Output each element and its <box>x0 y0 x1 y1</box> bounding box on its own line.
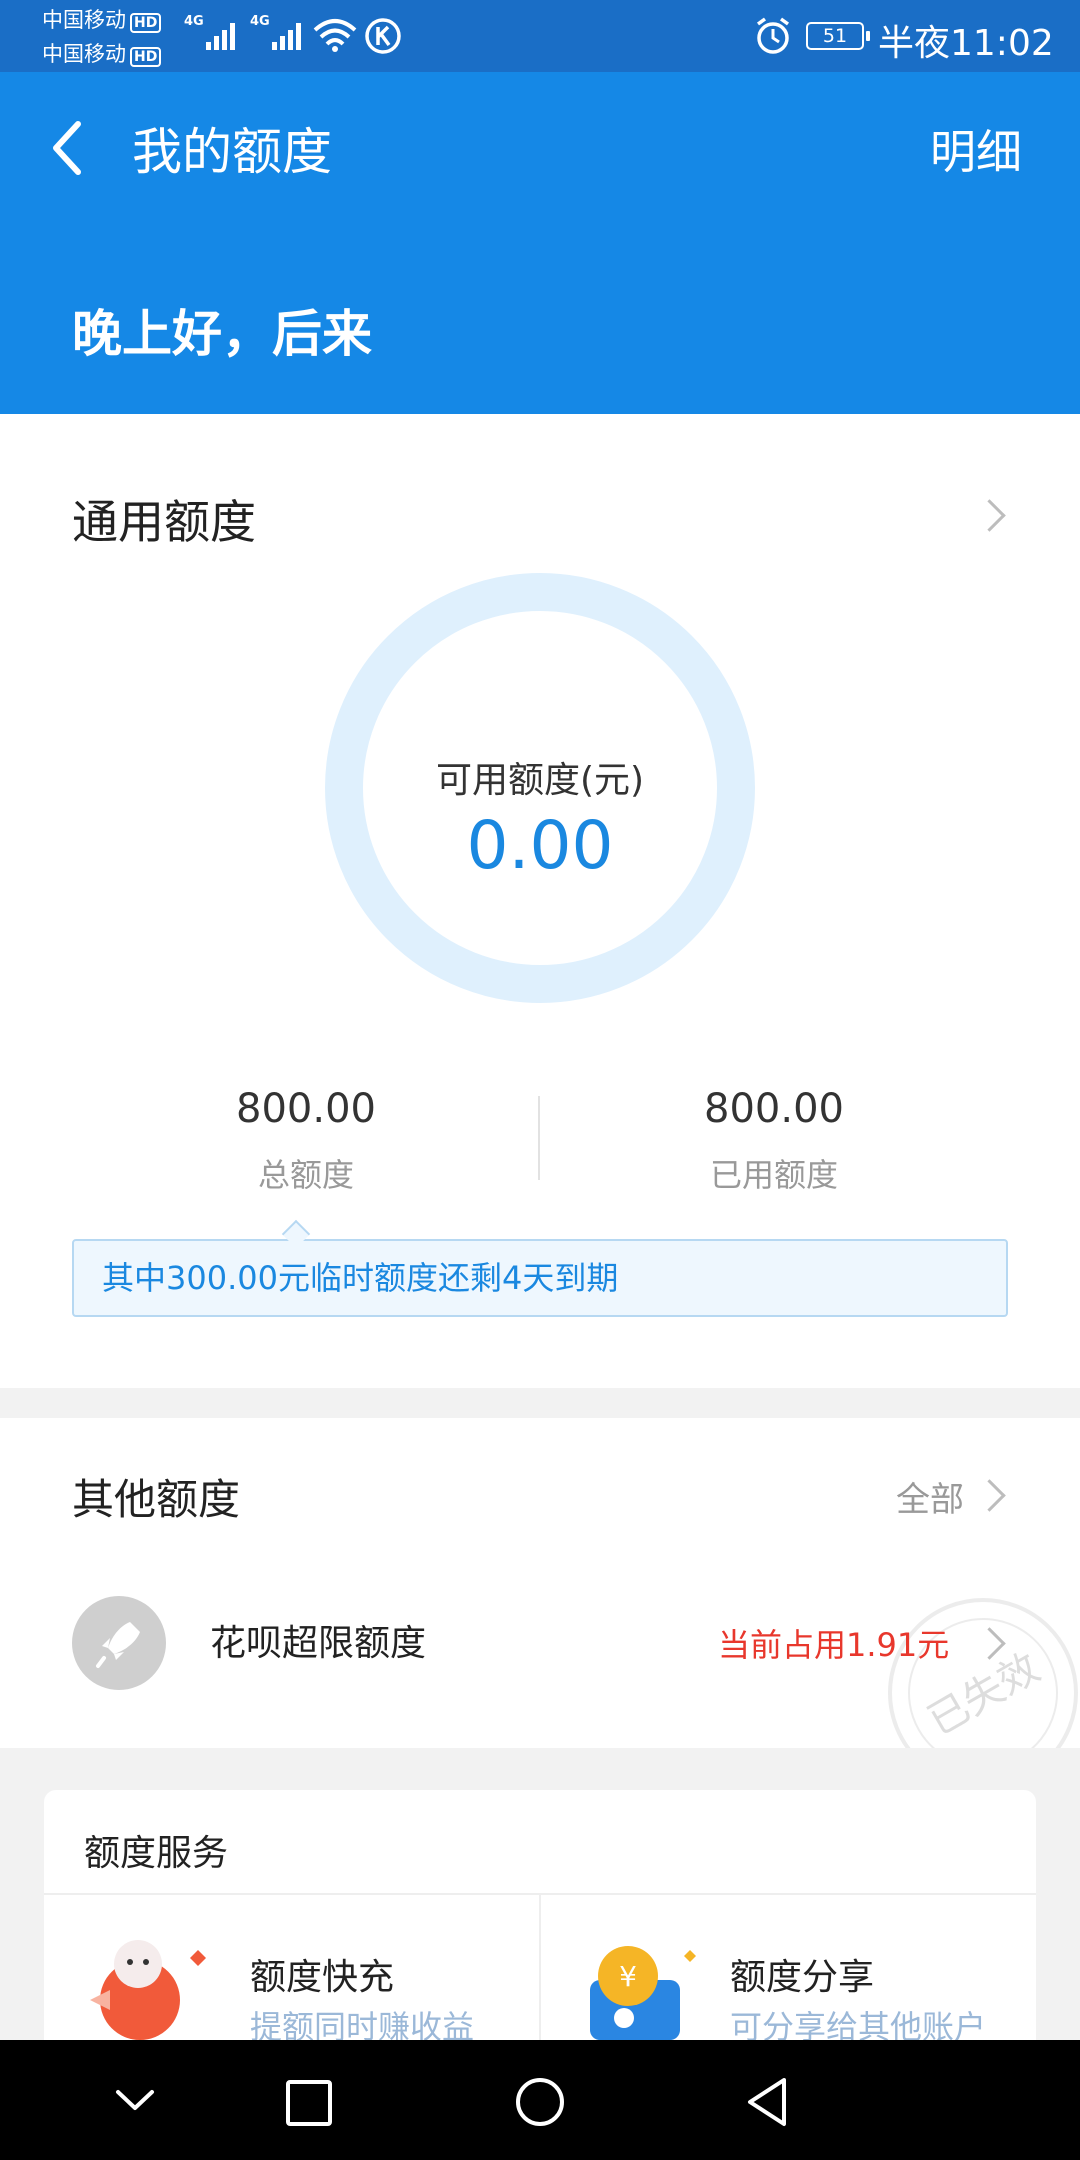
battery-icon: 51 <box>806 22 870 50</box>
svg-text:¥: ¥ <box>619 1960 637 1993</box>
available-quota-label: 可用额度(元) <box>435 760 645 801</box>
alarm-icon <box>756 17 790 54</box>
signal-icon <box>272 22 301 50</box>
k-app-icon <box>365 18 401 54</box>
overlimit-status: 当前占用1.91元 <box>718 1626 950 1664</box>
quick-charge-icon[interactable] <box>70 1930 220 2040</box>
hd-badge: HD <box>130 47 162 67</box>
greeting: 晚上好，后来 <box>72 305 372 363</box>
service-name-quick-charge[interactable]: 额度快充 <box>250 1948 394 2000</box>
huabei-overlimit-name[interactable]: 花呗超限额度 <box>210 1614 426 1666</box>
total-quota-value: 800.00 <box>236 1086 376 1132</box>
quota-share-icon[interactable]: ¥ <box>560 1940 710 2050</box>
status-bar: 中国移动 HD 中国移动 HD 4G 4G 51 半夜11:02 <box>0 0 1080 72</box>
temp-quota-notice: 其中300.00元临时额度还剩4天到期 <box>72 1239 1008 1317</box>
network-type-1: 4G <box>184 14 204 29</box>
collapse-icon[interactable] <box>110 2076 160 2126</box>
home-icon[interactable] <box>514 2076 566 2128</box>
network-type-2: 4G <box>250 14 270 29</box>
back-icon[interactable] <box>46 118 86 178</box>
services-col-divider <box>539 1895 541 2055</box>
page-title: 我的额度 <box>132 123 332 181</box>
stat-divider <box>538 1096 540 1180</box>
rocket-glyph <box>96 1622 140 1668</box>
carrier-1: 中国移动 HD <box>42 4 162 36</box>
clock: 半夜11:02 <box>878 23 1054 64</box>
detail-button[interactable]: 明细 <box>930 116 1022 182</box>
hd-badge: HD <box>130 13 162 33</box>
used-quota-label: 已用额度 <box>709 1156 838 1194</box>
wifi-icon <box>313 19 357 52</box>
other-quota-title: 其他额度 <box>72 1475 241 1524</box>
all-quota-link[interactable]: 全部 <box>896 1472 964 1521</box>
signal-icon <box>206 22 235 50</box>
quota-services-title: 额度服务 <box>84 1833 229 1874</box>
rocket-icon <box>72 1596 166 1690</box>
expired-stamp-text: 已失效 <box>880 1590 1080 1748</box>
used-quota-value: 800.00 <box>704 1086 844 1132</box>
available-quota-value: 0.00 <box>466 807 614 884</box>
back-nav-icon[interactable] <box>742 2076 794 2128</box>
general-quota-title[interactable]: 通用额度 <box>72 486 256 552</box>
available-quota-ring: 可用额度(元) 0.00 <box>325 573 755 1003</box>
recents-icon[interactable] <box>284 2078 334 2128</box>
total-quota-label: 总额度 <box>257 1156 354 1194</box>
service-name-quota-share[interactable]: 额度分享 <box>730 1948 874 2000</box>
header: 我的额度 明细 晚上好，后来 <box>0 72 1080 414</box>
system-nav-bar <box>0 2040 1080 2160</box>
carrier-2: 中国移动 HD <box>42 38 162 70</box>
